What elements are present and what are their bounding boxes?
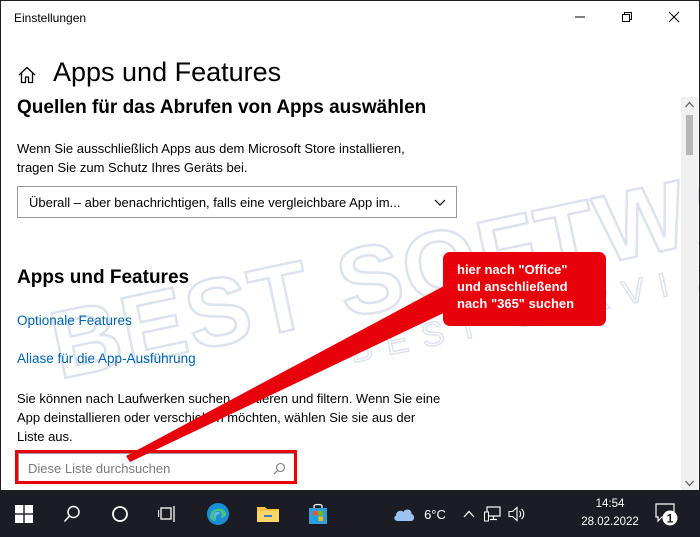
- apps-desc-line2: App deinstallieren oder verschieben möch…: [17, 410, 416, 425]
- restore-icon: [622, 12, 632, 22]
- network-button[interactable]: [482, 491, 504, 537]
- cloud-icon: [394, 509, 415, 521]
- callout-line1: hier nach "Office": [457, 262, 568, 277]
- cortana-circle-icon: [112, 506, 128, 522]
- app-alias-link[interactable]: Aliase für die App-Ausführung: [17, 351, 196, 366]
- taskbar-clock[interactable]: 14:54 28.02.2022: [575, 495, 645, 531]
- notification-center-button[interactable]: 1: [654, 501, 680, 532]
- title-bar: Einstellungen: [1, 1, 699, 35]
- page-title: Apps und Features: [53, 57, 282, 87]
- scroll-thumb[interactable]: [686, 115, 693, 155]
- search-icon: [63, 505, 80, 523]
- weather-temperature[interactable]: 6°C: [420, 491, 450, 537]
- sources-desc-line2: tragen Sie zum Schutz Ihres Geräts bei.: [17, 160, 248, 175]
- apps-desc-line1: Sie können nach Laufwerken suchen, sorti…: [17, 391, 441, 406]
- store-bag-icon: [309, 503, 327, 524]
- volume-button[interactable]: [506, 491, 528, 537]
- file-explorer-button[interactable]: [246, 491, 290, 537]
- close-button[interactable]: [651, 1, 697, 33]
- optional-features-link[interactable]: Optionale Features: [17, 313, 132, 328]
- apps-desc-line3: Liste aus.: [17, 429, 73, 444]
- microsoft-store-button[interactable]: [296, 491, 340, 537]
- close-icon: [668, 11, 680, 23]
- folder-icon: [257, 507, 279, 522]
- notification-count: 1: [667, 512, 674, 526]
- cortana-button[interactable]: [100, 491, 140, 537]
- scroll-down-icon[interactable]: [685, 480, 694, 487]
- page-header: Apps und Features: [1, 51, 681, 97]
- task-view-icon: [158, 506, 175, 522]
- clock-date: 28.02.2022: [581, 516, 639, 528]
- taskbar: 6°C 14:54 28.02.2022 1: [0, 491, 700, 537]
- sources-desc-line1: Wenn Sie ausschließlich Apps aus dem Mic…: [17, 141, 405, 156]
- callout-line3: nach "365" suchen: [457, 296, 575, 311]
- chevron-down-icon: [434, 199, 446, 206]
- speaker-icon: [508, 506, 525, 522]
- window-title: Einstellungen: [14, 11, 87, 25]
- start-button[interactable]: [4, 491, 44, 537]
- apps-section-title: Apps und Features: [17, 267, 190, 288]
- network-icon: [484, 506, 501, 522]
- windows-logo-icon: [15, 505, 33, 523]
- chevron-up-icon: [463, 510, 475, 518]
- home-icon[interactable]: [17, 65, 37, 85]
- edge-browser-icon: [207, 503, 229, 525]
- app-source-dropdown[interactable]: Überall – aber benachrichtigen, falls ei…: [17, 186, 457, 218]
- task-view-button[interactable]: [148, 491, 188, 537]
- annotation-callout: hier nach "Office" und anschließend nach…: [443, 252, 606, 326]
- weather-widget[interactable]: [390, 491, 418, 537]
- maximize-button[interactable]: [604, 1, 650, 33]
- settings-window: BEST SOFTWARE BEST SERVICE Einstellungen…: [0, 0, 700, 491]
- edge-app-button[interactable]: [196, 491, 240, 537]
- minimize-icon: [575, 16, 585, 18]
- sources-section-title: Quellen für das Abrufen von Apps auswähl…: [17, 97, 427, 118]
- notification-icon: 1: [655, 503, 678, 526]
- scrollbar[interactable]: [681, 97, 698, 490]
- search-taskbar-button[interactable]: [52, 491, 92, 537]
- clock-time: 14:54: [595, 498, 625, 510]
- search-highlight-box: [15, 450, 297, 484]
- minimize-button[interactable]: [557, 1, 603, 33]
- dropdown-value: Überall – aber benachrichtigen, falls ei…: [29, 194, 401, 210]
- scroll-up-icon[interactable]: [685, 101, 694, 108]
- show-hidden-icons-button[interactable]: [460, 491, 478, 537]
- callout-line2: und anschließend: [457, 279, 568, 294]
